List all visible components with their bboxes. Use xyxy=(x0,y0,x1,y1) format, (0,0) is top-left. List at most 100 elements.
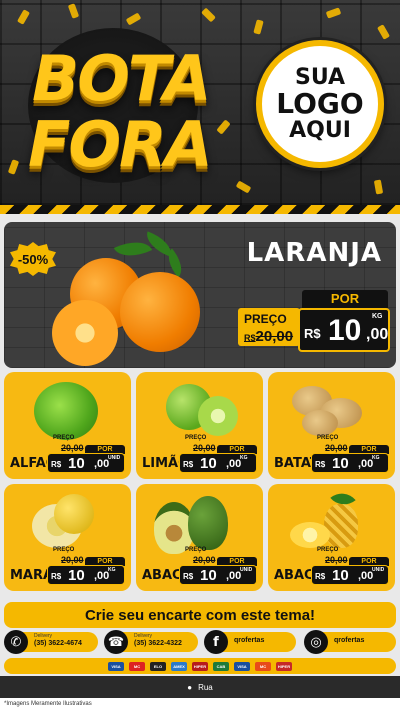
lime-slice-image xyxy=(198,396,238,436)
footnote: *Imagens Meramente Ilustrativas xyxy=(0,698,400,711)
featured-product-card[interactable]: -50% LARANJA POR PREÇO R$20,00 R$ 10 ,00… xyxy=(4,222,396,368)
old-price: 20,00 xyxy=(193,443,216,453)
potato-image xyxy=(302,410,338,436)
payment-card-icon: MC xyxy=(255,661,271,671)
price-unit: UNID xyxy=(108,455,121,461)
contact-value: (35) 3622-4674 xyxy=(34,640,82,647)
price-decimal: ,00 xyxy=(358,570,374,582)
old-price-label: PREÇO xyxy=(53,435,75,441)
currency-symbol: R$ xyxy=(315,460,326,469)
address-text: Rua xyxy=(198,682,213,692)
payment-card-icon: HIPER xyxy=(192,661,208,671)
bota-fora-title: BOTA FORA xyxy=(18,20,213,190)
payment-card-icon: ELO xyxy=(150,661,166,671)
contact-label: Delivery xyxy=(134,633,153,639)
old-price: 20,00 xyxy=(193,555,216,565)
old-price: 20,00 xyxy=(61,443,84,453)
price-decimal: ,00 xyxy=(226,458,242,470)
currency-symbol: R$ xyxy=(304,326,321,341)
confetti xyxy=(235,180,252,194)
new-price-box: R$ 10 ,00 KG xyxy=(179,453,257,473)
phone-contact[interactable]: ☎ Delivery (35) 3622-4322 xyxy=(104,630,198,654)
confetti xyxy=(67,3,80,19)
main-flyer: -50% LARANJA POR PREÇO R$20,00 R$ 10 ,00… xyxy=(0,214,400,711)
price-integer: 10 xyxy=(200,455,217,472)
price-integer: 10 xyxy=(328,314,362,347)
price-unit: UNID xyxy=(372,567,385,573)
payment-methods: VISA MC ELO AMEX HIPER CAB VISA MC HIPER xyxy=(4,658,396,674)
currency-symbol: R$ xyxy=(183,572,194,581)
price-decimal: ,00 xyxy=(366,326,389,343)
pineapple-slice-image xyxy=(290,522,330,548)
title-line-1: BOTA xyxy=(32,42,211,115)
old-price-label: PREÇO xyxy=(317,435,339,441)
price-unit: UNID xyxy=(240,567,253,573)
currency-symbol: R$ xyxy=(183,460,194,469)
product-card-limao[interactable]: LIMÃO PREÇO 20,00 POR R$ 10 ,00 KG xyxy=(136,372,263,479)
price-integer: 10 xyxy=(200,567,217,584)
new-price-box: R$ 10 ,00 KG xyxy=(47,565,125,585)
product-card-batata[interactable]: BATATA PREÇO 20,00 POR R$ 10 ,00 KG xyxy=(268,372,395,479)
old-price-label: PREÇO xyxy=(53,547,75,553)
address-bar[interactable]: ● Rua xyxy=(0,676,400,698)
facebook-contact[interactable]: f qrofertas xyxy=(204,630,296,654)
confetti xyxy=(253,19,264,35)
pineapple-image xyxy=(324,504,358,548)
product-card-alface[interactable]: ALFACE PREÇO 20,00 POR R$ 10 ,00 UNID xyxy=(4,372,131,479)
new-price-box: R$ 10 ,00 KG xyxy=(311,453,389,473)
old-price-label: PREÇO xyxy=(244,312,287,326)
old-price: 20,00 xyxy=(61,555,84,565)
logo-placeholder[interactable]: SUA LOGO AQUI xyxy=(256,40,384,168)
instagram-contact[interactable]: ◎ qrofertas xyxy=(304,630,396,654)
old-price: 20,00 xyxy=(325,443,348,453)
payment-card-icon: VISA xyxy=(108,661,124,671)
old-price-label: PREÇO xyxy=(185,547,207,553)
currency-symbol: R$ xyxy=(51,572,62,581)
caution-stripe xyxy=(0,205,400,214)
passion-fruit-image xyxy=(54,494,94,534)
title-line-2: FORA xyxy=(28,108,213,181)
price-decimal: ,00 xyxy=(358,458,374,470)
price-decimal: ,00 xyxy=(94,458,110,470)
location-pin-icon: ● xyxy=(187,682,193,692)
price-integer: 10 xyxy=(68,567,85,584)
contact-value: qrofertas xyxy=(234,637,265,644)
contact-value: (35) 3622-4322 xyxy=(134,640,182,647)
new-price-box: R$ 10 ,00 UNID xyxy=(179,565,257,585)
discount-badge: -50% xyxy=(10,242,56,276)
product-card-abacaxi[interactable]: ABACAXI PREÇO 20,00 POR R$ 10 ,00 UNID xyxy=(268,484,395,591)
confetti xyxy=(376,24,391,40)
instagram-icon: ◎ xyxy=(304,630,328,654)
price-integer: 10 xyxy=(332,567,349,584)
payment-card-icon: CAB xyxy=(213,661,229,671)
new-price-box: R$ 10 ,00 UNID xyxy=(311,565,389,585)
contact-row: ✆ Delivery (35) 3622-4674 ☎ Delivery (35… xyxy=(0,630,400,654)
price-tag: PREÇO 20,00 POR R$ 10 ,00 KG xyxy=(47,547,127,585)
confetti xyxy=(216,119,231,135)
price-tag: PREÇO 20,00 POR R$ 10 ,00 KG xyxy=(179,435,259,473)
avocado-image xyxy=(188,496,228,550)
whatsapp-contact[interactable]: ✆ Delivery (35) 3622-4674 xyxy=(4,630,98,654)
price-tag: PREÇO 20,00 POR R$ 10 ,00 UNID xyxy=(47,435,127,473)
currency-symbol: R$ xyxy=(51,460,62,469)
old-price-label: PREÇO xyxy=(185,435,207,441)
facebook-icon: f xyxy=(204,630,228,654)
old-price: R$20,00 xyxy=(244,328,294,345)
por-label: POR xyxy=(302,290,388,308)
price-tag: PREÇO 20,00 POR R$ 10 ,00 KG xyxy=(311,435,391,473)
price-decimal: ,00 xyxy=(226,570,242,582)
cta-banner[interactable]: Crie seu encarte com este tema! xyxy=(4,602,396,628)
price-decimal: ,00 xyxy=(94,570,110,582)
price-tag: PREÇO 20,00 POR R$ 10 ,00 UNID xyxy=(179,547,259,585)
lettuce-image xyxy=(34,382,98,440)
currency-symbol: R$ xyxy=(315,572,326,581)
new-price-box: R$ 10 ,00 KG xyxy=(298,308,390,352)
phone-icon: ☎ xyxy=(104,630,128,654)
confetti xyxy=(325,7,342,19)
contact-label: Delivery xyxy=(34,633,53,639)
product-card-abacate[interactable]: ABACATE PREÇO 20,00 POR R$ 10 ,00 UNID xyxy=(136,484,263,591)
price-unit: KG xyxy=(372,313,383,320)
orange-slice xyxy=(52,300,118,366)
confetti xyxy=(373,179,384,195)
product-card-maracuja[interactable]: MARACUJÁ PREÇO 20,00 POR R$ 10 ,00 KG xyxy=(4,484,131,591)
